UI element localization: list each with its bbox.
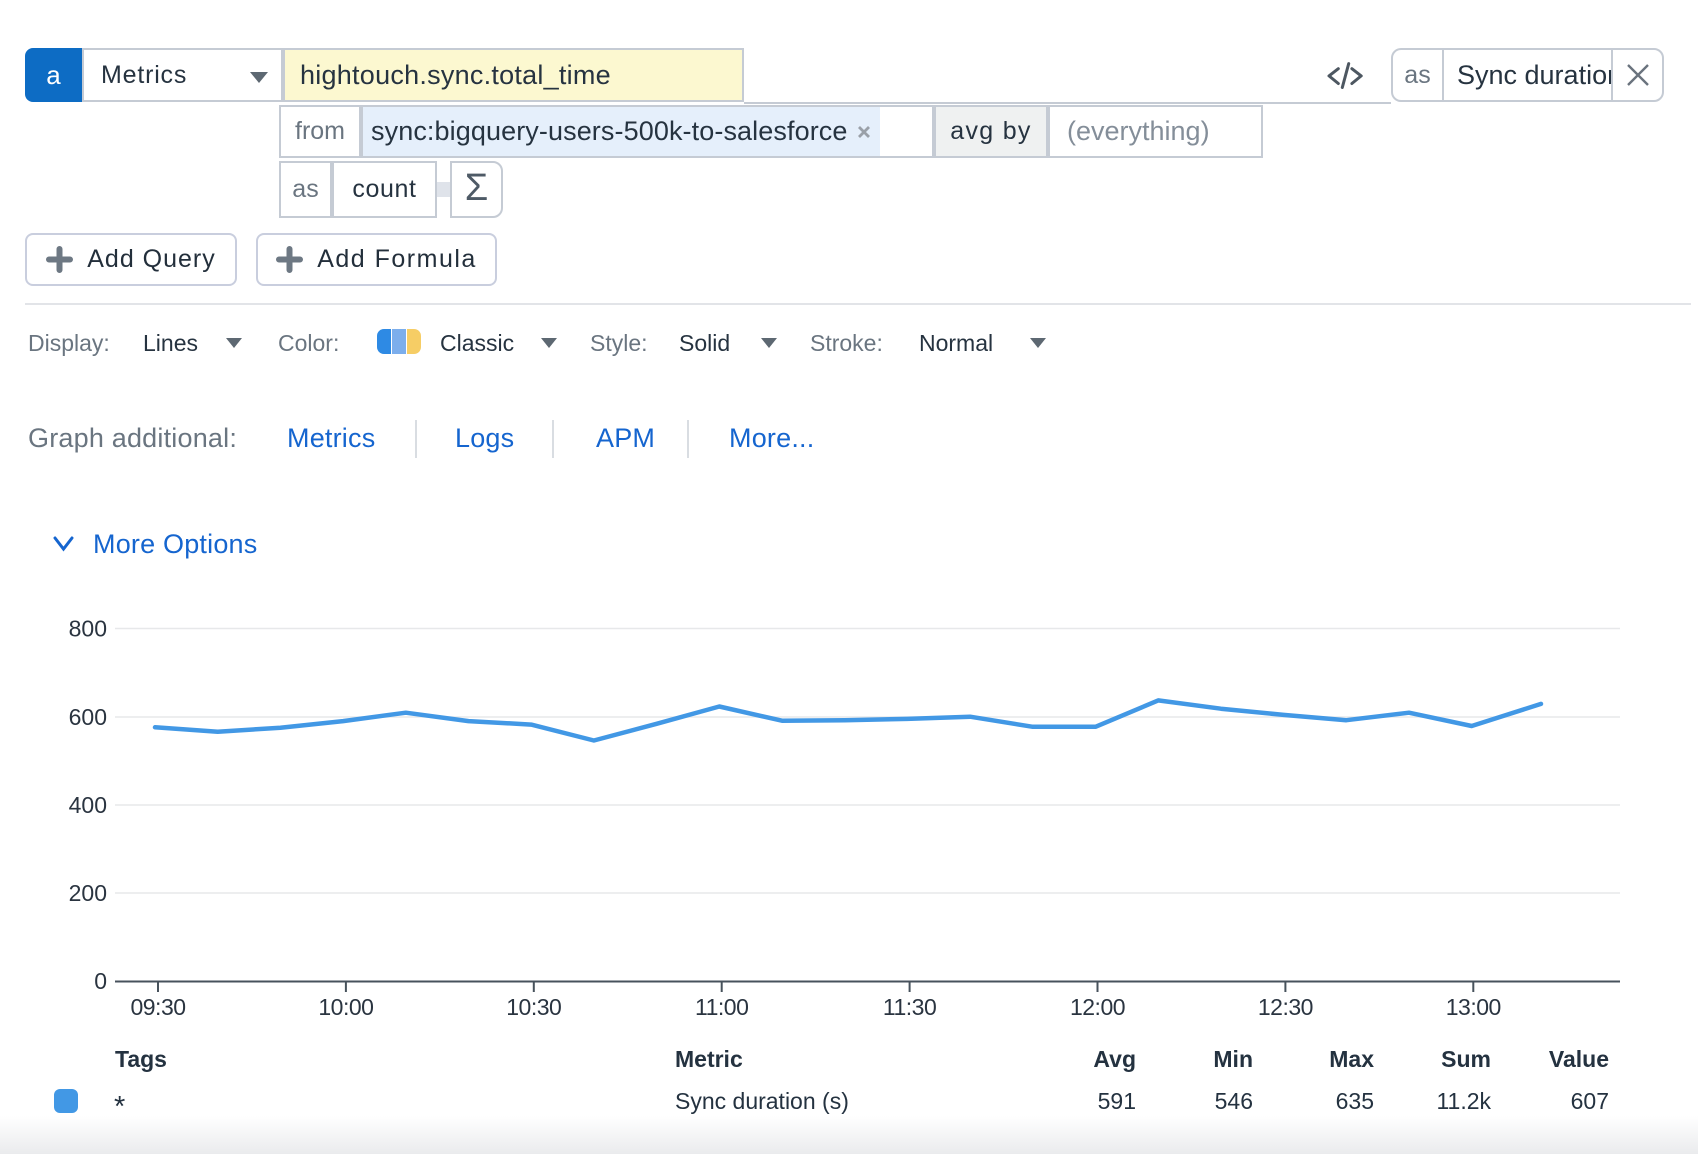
svg-text:400: 400	[69, 792, 107, 818]
svg-text:0: 0	[94, 968, 107, 994]
svg-text:600: 600	[69, 704, 107, 730]
svg-text:09:30: 09:30	[130, 994, 185, 1020]
svg-text:800: 800	[69, 616, 107, 642]
svg-text:12:30: 12:30	[1258, 994, 1313, 1020]
svg-text:11:00: 11:00	[695, 994, 748, 1020]
svg-text:10:00: 10:00	[318, 994, 373, 1020]
svg-text:13:00: 13:00	[1446, 994, 1501, 1020]
svg-text:11:30: 11:30	[883, 994, 936, 1020]
svg-text:200: 200	[69, 880, 107, 906]
svg-text:10:30: 10:30	[506, 994, 561, 1020]
svg-text:12:00: 12:00	[1070, 994, 1125, 1020]
